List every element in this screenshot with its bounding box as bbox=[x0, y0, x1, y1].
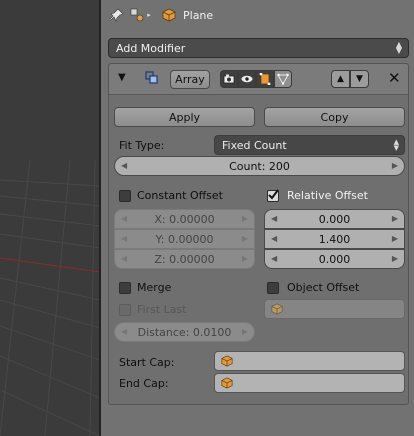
relative-offset-y-value: 1.400 bbox=[318, 232, 351, 246]
constant-offset-z[interactable]: ◀ Z: 0.00000 ▶ bbox=[114, 249, 255, 269]
object-offset-checkbox[interactable] bbox=[267, 282, 279, 294]
decrement-arrow-icon[interactable]: ◀ bbox=[121, 254, 127, 263]
properties-panel: ▸ Plane Add Modifier ▲ ▼ ▼ Array ▲ ▼ ✕ A… bbox=[101, 0, 414, 436]
editmode-icon[interactable] bbox=[256, 70, 274, 88]
modifier-header: ▼ Array ▲ ▼ ✕ bbox=[109, 64, 408, 95]
decrement-arrow-icon[interactable]: ◀ bbox=[121, 327, 127, 336]
count-value: Count: 200 bbox=[229, 159, 290, 173]
pin-icon[interactable] bbox=[109, 7, 125, 23]
collapse-triangle-icon[interactable]: ▼ bbox=[118, 72, 126, 83]
merge-checkbox[interactable] bbox=[119, 282, 131, 294]
end-cap-label: End Cap: bbox=[119, 377, 169, 390]
cube-icon bbox=[221, 355, 233, 367]
merge-label: Merge bbox=[137, 281, 172, 294]
decrement-arrow-icon[interactable]: ◀ bbox=[271, 214, 277, 223]
first-last-label: First Last bbox=[137, 303, 187, 316]
end-cap-field[interactable] bbox=[214, 373, 405, 393]
increment-arrow-icon[interactable]: ▶ bbox=[242, 254, 248, 263]
relative-offset-x[interactable]: ◀ 0.000 ▶ bbox=[264, 209, 405, 229]
start-cap-label: Start Cap: bbox=[119, 356, 175, 369]
increment-arrow-icon[interactable]: ▶ bbox=[392, 254, 398, 263]
copy-button[interactable]: Copy bbox=[264, 107, 405, 127]
relative-offset-y[interactable]: ◀ 1.400 ▶ bbox=[264, 229, 405, 249]
merge-distance-value: Distance: 0.0100 bbox=[137, 325, 232, 339]
constant-offset-label: Constant Offset bbox=[137, 189, 223, 202]
data-hierarchy-icon[interactable] bbox=[129, 7, 145, 23]
properties-header: ▸ Plane bbox=[101, 0, 414, 30]
constant-offset-y-value: Y: 0.00000 bbox=[155, 232, 214, 246]
camera-icon[interactable] bbox=[220, 70, 238, 88]
close-icon[interactable]: ✕ bbox=[388, 69, 401, 87]
fit-type-label: Fit Type: bbox=[119, 139, 165, 152]
cage-vertex-icon[interactable] bbox=[274, 70, 292, 88]
relative-offset-x-value: 0.000 bbox=[318, 212, 351, 226]
increment-arrow-icon[interactable]: ▶ bbox=[392, 214, 398, 223]
increment-arrow-icon[interactable]: ▶ bbox=[242, 327, 248, 336]
decrement-arrow-icon[interactable]: ◀ bbox=[271, 254, 277, 263]
increment-arrow-icon[interactable]: ▶ bbox=[392, 161, 398, 170]
relative-offset-z[interactable]: ◀ 0.000 ▶ bbox=[264, 249, 405, 269]
viewport-grid bbox=[0, 159, 100, 436]
offset-object-field[interactable] bbox=[264, 299, 405, 319]
move-down-icon[interactable]: ▼ bbox=[350, 70, 369, 88]
eye-icon[interactable] bbox=[238, 70, 256, 88]
chevron-right-icon: ▸ bbox=[147, 11, 151, 19]
object-offset-label: Object Offset bbox=[287, 281, 360, 294]
decrement-arrow-icon[interactable]: ◀ bbox=[121, 161, 127, 170]
updown-arrows-icon: ▲ ▼ bbox=[395, 40, 402, 55]
add-modifier-menu[interactable]: Add Modifier ▲ ▼ bbox=[108, 38, 409, 58]
add-modifier-label: Add Modifier bbox=[116, 41, 186, 55]
constant-offset-x[interactable]: ◀ X: 0.00000 ▶ bbox=[114, 209, 255, 229]
first-last-checkbox[interactable] bbox=[119, 304, 131, 316]
cube-icon bbox=[161, 7, 177, 23]
move-up-icon[interactable]: ▲ bbox=[331, 70, 350, 88]
count-field[interactable]: ◀ Count: 200 ▶ bbox=[114, 156, 405, 176]
increment-arrow-icon[interactable]: ▶ bbox=[242, 234, 248, 243]
constant-offset-x-value: X: 0.00000 bbox=[154, 212, 215, 226]
cube-icon bbox=[271, 303, 283, 315]
3d-viewport[interactable] bbox=[0, 0, 100, 436]
decrement-arrow-icon[interactable]: ◀ bbox=[121, 214, 127, 223]
modifier-name-field[interactable]: Array bbox=[170, 70, 210, 89]
constant-offset-z-value: Z: 0.00000 bbox=[154, 252, 215, 266]
object-name: Plane bbox=[183, 8, 214, 22]
fit-type-value: Fixed Count bbox=[222, 138, 287, 152]
cube-icon bbox=[221, 377, 233, 389]
apply-button[interactable]: Apply bbox=[114, 107, 255, 127]
start-cap-field[interactable] bbox=[214, 351, 405, 371]
constant-offset-checkbox[interactable] bbox=[119, 190, 131, 202]
updown-arrows-icon: ▲ ▼ bbox=[393, 138, 399, 152]
fit-type-dropdown[interactable]: Fixed Count ▲ ▼ bbox=[214, 135, 405, 155]
constant-offset-y[interactable]: ◀ Y: 0.00000 ▶ bbox=[114, 229, 255, 249]
merge-distance-field[interactable]: ◀ Distance: 0.0100 ▶ bbox=[114, 322, 255, 342]
decrement-arrow-icon[interactable]: ◀ bbox=[121, 234, 127, 243]
relative-offset-checkbox[interactable] bbox=[267, 189, 279, 202]
increment-arrow-icon[interactable]: ▶ bbox=[392, 234, 398, 243]
decrement-arrow-icon[interactable]: ◀ bbox=[271, 234, 277, 243]
increment-arrow-icon[interactable]: ▶ bbox=[242, 214, 248, 223]
array-modifier-panel: ▼ Array ▲ ▼ ✕ Apply Copy Fit Type: Fixed… bbox=[108, 63, 409, 405]
array-modifier-icon bbox=[145, 71, 159, 88]
relative-offset-label: Relative Offset bbox=[287, 189, 368, 202]
relative-offset-z-value: 0.000 bbox=[318, 252, 351, 266]
